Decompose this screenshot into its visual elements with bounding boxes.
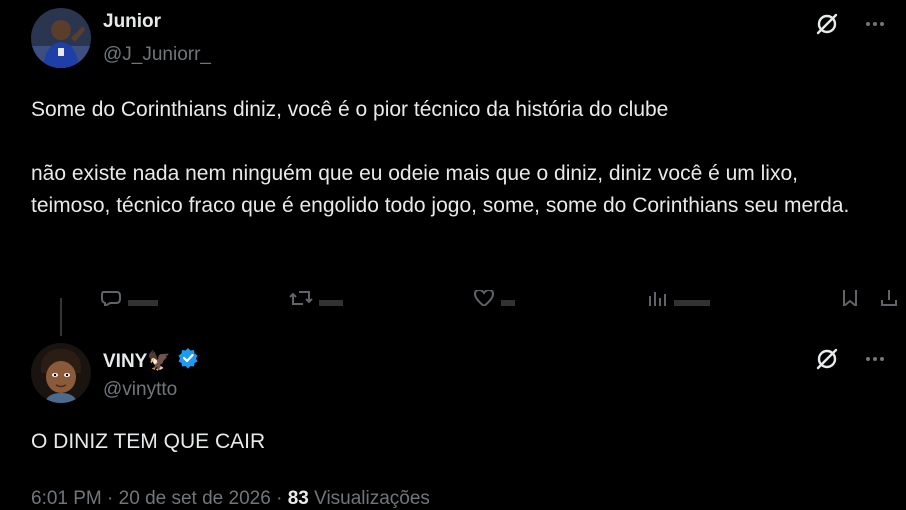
more-icon[interactable] [862,346,888,372]
views-count: 83 [287,488,309,509]
like-icon[interactable] [473,290,519,306]
avatar-image [31,343,91,403]
tweet-text: O DINIZ TEM QUE CAIR [31,430,266,453]
grok-icon[interactable] [814,11,840,37]
author-handle[interactable]: @vinytto [103,379,177,401]
more-icon[interactable] [862,11,888,37]
verified-badge-icon[interactable] [177,347,199,374]
share-icon[interactable] [878,290,900,306]
tweet-date[interactable]: 20 de set de 2026 [119,488,271,509]
author-display-name[interactable]: Junior [103,11,161,33]
author-display-name[interactable]: VINY🦅 [103,349,171,373]
main-tweet: VINY🦅 @vinytto O DINIZ TEM QUE CAIR 6:01 [0,330,906,509]
avatar-viny[interactable] [31,343,91,403]
bookmark-share-icons [840,290,900,306]
avatar-junior[interactable] [31,8,91,68]
author-name-row: VINY🦅 [103,347,199,374]
views-label: Visualizações [314,488,430,509]
tweet-top-icons [814,11,888,37]
reply-icon[interactable] [100,290,162,306]
author-name-row: Junior [103,11,161,33]
views-icon[interactable] [646,290,714,306]
parent-tweet: Junior @J_Juniorr_ Some do Corinthians d… [0,0,906,320]
meta-separator: · [276,488,283,509]
grok-icon[interactable] [814,346,840,372]
tweet-time[interactable]: 6:01 PM [31,488,102,509]
meta-separator: · [107,488,114,509]
author-handle[interactable]: @J_Juniorr_ [103,44,211,66]
tweet-metadata: 6:01 PM · 20 de set de 2026 · 83 Visuali… [31,488,430,510]
retweet-icon[interactable] [288,290,347,306]
bookmark-icon[interactable] [840,290,860,306]
tweet-top-icons [814,346,888,372]
tweet-text: Some do Corinthians diniz, você é o pior… [31,98,850,217]
tweet-actions [100,286,900,306]
avatar-image [31,8,91,68]
